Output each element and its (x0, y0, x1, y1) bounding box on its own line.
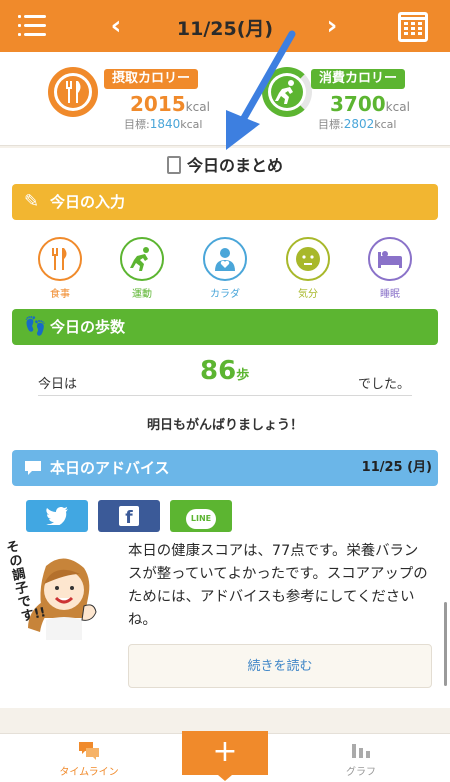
menu-icon[interactable] (18, 14, 48, 38)
nav-graph[interactable]: グラフ (316, 740, 406, 778)
twitter-share-button[interactable] (26, 500, 88, 532)
burned-value: 3700kcal (330, 92, 410, 116)
calorie-summary: 摂取カロリー 2015kcal 目標:1840kcal 消費カロリー 3700k… (0, 52, 450, 146)
line-icon: LINE (186, 509, 216, 529)
nav-timeline[interactable]: タイムライン (44, 740, 134, 778)
fork-knife-icon (38, 237, 82, 281)
input-sleep-button[interactable]: 睡眠 (362, 237, 418, 300)
input-label: 食事 (50, 289, 70, 300)
twitter-icon (46, 507, 68, 527)
bed-icon (368, 237, 412, 281)
pencil-icon: ✎ (24, 191, 40, 212)
nav-label: グラフ (346, 767, 376, 778)
intake-value: 2015kcal (130, 92, 210, 116)
nav-label: タイムライン (59, 767, 119, 778)
input-exercise-button[interactable]: 運動 (114, 237, 170, 300)
burned-label: 消費カロリー (311, 69, 406, 89)
add-button[interactable]: + (182, 731, 268, 781)
runner-icon (120, 237, 164, 281)
face-icon (286, 237, 330, 281)
divider (38, 395, 412, 396)
chat-bubbles-icon (79, 742, 99, 760)
steps-cheer: 明日もがんばりましょう！ (146, 418, 303, 433)
advice-date: 11/25 (月) (361, 460, 432, 475)
input-label: カラダ (210, 289, 240, 300)
calendar-icon[interactable] (398, 12, 428, 42)
current-date: 11/25(月) (176, 18, 274, 40)
intake-goal: 目標:1840kcal (124, 117, 203, 131)
advice-section-header: 本日のアドバイス 11/25 (月) (12, 450, 438, 486)
fork-knife-icon (66, 81, 81, 103)
bar-chart-icon (352, 744, 370, 758)
input-meal-button[interactable]: 食事 (32, 237, 88, 300)
speech-bubble-icon (24, 450, 42, 489)
read-more-button[interactable]: 続きを読む (128, 644, 432, 688)
person-heart-icon (203, 237, 247, 281)
summary-title: 今日のまとめ (0, 148, 450, 178)
input-section-header: ✎ 今日の入力 (12, 184, 438, 220)
scrollbar[interactable] (444, 602, 447, 686)
clipboard-icon (166, 156, 181, 174)
app-header: ‹ 11/25(月) › (0, 0, 450, 52)
input-body-button[interactable]: カラダ (197, 237, 253, 300)
footprints-icon: 👣 (24, 316, 47, 337)
intake-ring (48, 67, 98, 117)
input-label: 運動 (132, 289, 152, 300)
steps-prefix: 今日は (38, 377, 78, 392)
steps-section-header: 👣 今日の歩数 (12, 309, 438, 345)
input-label: 気分 (298, 289, 318, 300)
advice-text: 本日の健康スコアは、77点です。栄養バランスが整っていてよかったです。スコアアッ… (128, 543, 428, 628)
prev-day-button[interactable]: ‹ (106, 13, 126, 39)
burned-goal: 目標:2802kcal (318, 117, 397, 131)
intake-label: 摂取カロリー (104, 69, 199, 89)
steps-value: 86歩 (200, 356, 250, 386)
line-share-button[interactable]: LINE (170, 500, 232, 532)
steps-suffix: でした。 (358, 377, 411, 392)
facebook-icon: f (119, 506, 139, 528)
next-day-button[interactable]: › (322, 13, 342, 39)
facebook-share-button[interactable]: f (98, 500, 160, 532)
input-mood-button[interactable]: 気分 (280, 237, 336, 300)
input-label: 睡眠 (380, 289, 400, 300)
runner-icon (275, 80, 294, 104)
burned-ring (262, 67, 312, 117)
bottom-nav: タイムライン + グラフ (0, 731, 450, 782)
